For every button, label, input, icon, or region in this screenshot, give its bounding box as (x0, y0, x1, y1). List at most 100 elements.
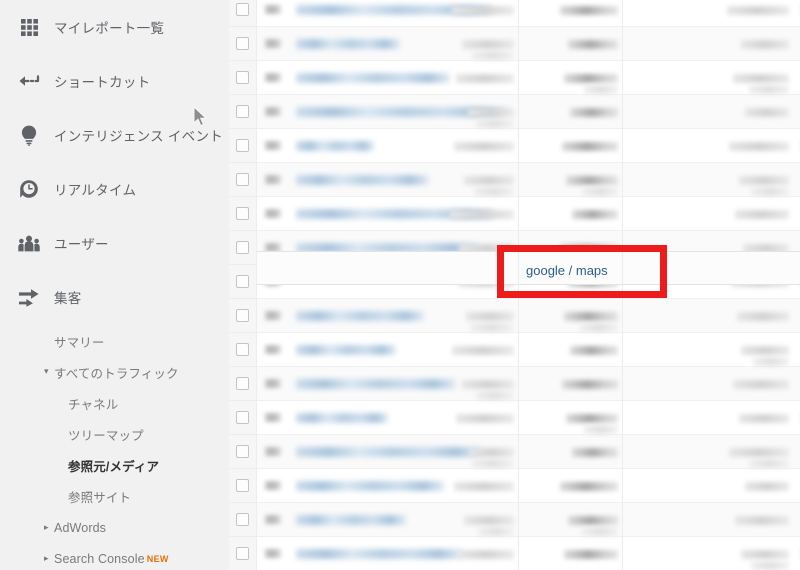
table-row[interactable] (229, 333, 800, 367)
source-medium-cell[interactable] (286, 367, 800, 401)
blurred-source-medium-link[interactable] (296, 4, 492, 15)
source-medium-cell[interactable] (286, 163, 800, 197)
row-checkbox[interactable] (236, 3, 249, 16)
sidebar-item-all-traffic[interactable]: ▾ すべてのトラフィック (0, 357, 229, 388)
table-row[interactable] (229, 503, 800, 537)
blurred-source-medium-link[interactable] (296, 480, 444, 491)
table-row[interactable] (229, 231, 800, 265)
row-checkbox-cell[interactable] (229, 95, 256, 129)
source-medium-link-google-maps[interactable]: google / maps (526, 263, 608, 278)
table-row[interactable] (229, 0, 800, 27)
source-medium-cell[interactable] (286, 129, 800, 163)
row-checkbox-cell[interactable] (229, 299, 256, 333)
blurred-source-medium-link[interactable] (296, 310, 424, 321)
sidebar-item-search-console[interactable]: ▸ Search Console NEW (0, 543, 229, 570)
source-medium-cell[interactable] (286, 197, 800, 231)
sidebar-item-realtime[interactable]: リアルタイム (0, 162, 229, 216)
row-checkbox-cell[interactable] (229, 231, 256, 265)
blurred-source-medium-link[interactable] (296, 378, 456, 389)
row-checkbox[interactable] (236, 513, 249, 526)
blurred-row-index (265, 73, 281, 82)
row-checkbox-cell[interactable] (229, 27, 256, 61)
row-checkbox[interactable] (236, 105, 249, 118)
sidebar-item-intelligence-events[interactable]: インテリジェンス イベント (0, 108, 229, 162)
row-checkbox[interactable] (236, 445, 249, 458)
table-row[interactable] (229, 163, 800, 197)
table-row[interactable] (229, 537, 800, 570)
row-checkbox-cell[interactable] (229, 401, 256, 435)
row-checkbox-cell[interactable] (229, 435, 256, 469)
row-checkbox[interactable] (236, 241, 249, 254)
row-checkbox-cell[interactable] (229, 469, 256, 503)
row-checkbox-cell[interactable] (229, 197, 256, 231)
checkbox-column-divider (256, 0, 257, 570)
table-row[interactable] (229, 95, 800, 129)
blurred-source-medium-link[interactable] (296, 72, 450, 83)
blurred-source-medium-link[interactable] (296, 140, 374, 151)
source-medium-cell[interactable] (286, 0, 800, 27)
blurred-source-medium-link[interactable] (296, 106, 506, 117)
row-checkbox[interactable] (236, 411, 249, 424)
blurred-source-medium-link[interactable] (296, 174, 429, 185)
row-checkbox-cell[interactable] (229, 265, 256, 299)
source-medium-cell[interactable] (286, 299, 800, 333)
table-row[interactable] (229, 299, 800, 333)
row-checkbox[interactable] (236, 139, 249, 152)
blurred-source-medium-link[interactable] (296, 38, 400, 49)
sidebar-item-users[interactable]: ユーザー (0, 216, 229, 270)
sidebar-item-adwords[interactable]: ▸ AdWords (0, 512, 229, 543)
table-row[interactable] (229, 469, 800, 503)
row-checkbox[interactable] (236, 377, 249, 390)
sidebar-item-shortcuts[interactable]: ショートカット (0, 54, 229, 108)
source-medium-cell[interactable] (286, 503, 800, 537)
row-checkbox[interactable] (236, 71, 249, 84)
source-medium-cell[interactable] (286, 95, 800, 129)
row-checkbox[interactable] (236, 479, 249, 492)
blurred-source-medium-link[interactable] (296, 208, 494, 219)
sidebar-item-acquisition[interactable]: 集客 (0, 270, 229, 324)
sidebar-item-channels[interactable]: チャネル (0, 388, 229, 419)
sidebar-item-referrals[interactable]: 参照サイト (0, 481, 229, 512)
table-row[interactable] (229, 367, 800, 401)
source-medium-cell[interactable] (286, 333, 800, 367)
row-checkbox[interactable] (236, 309, 249, 322)
table-row[interactable] (229, 27, 800, 61)
sidebar-item-source-medium[interactable]: 参照元/メディア (0, 450, 229, 481)
table-row[interactable] (229, 197, 800, 231)
source-medium-cell[interactable] (286, 27, 800, 61)
source-medium-cell[interactable] (286, 61, 800, 95)
row-checkbox-cell[interactable] (229, 0, 256, 27)
table-row[interactable] (229, 401, 800, 435)
table-row[interactable] (229, 61, 800, 95)
table-row[interactable] (229, 129, 800, 163)
blurred-source-medium-link[interactable] (296, 446, 482, 457)
table-row[interactable] (229, 435, 800, 469)
table-row[interactable] (229, 265, 800, 299)
row-checkbox-cell[interactable] (229, 537, 256, 570)
row-checkbox-cell[interactable] (229, 61, 256, 95)
row-checkbox[interactable] (236, 547, 249, 560)
row-checkbox-cell[interactable] (229, 367, 256, 401)
row-checkbox-cell[interactable] (229, 503, 256, 537)
row-checkbox-cell[interactable] (229, 163, 256, 197)
sidebar-item-treemap[interactable]: ツリーマップ (0, 419, 229, 450)
row-checkbox[interactable] (236, 343, 249, 356)
source-medium-cell[interactable] (286, 435, 800, 469)
source-medium-cell[interactable] (286, 231, 800, 265)
source-medium-cell[interactable] (286, 401, 800, 435)
row-checkbox[interactable] (236, 173, 249, 186)
row-checkbox[interactable] (236, 275, 249, 288)
row-checkbox[interactable] (236, 207, 249, 220)
source-medium-cell[interactable] (286, 537, 800, 570)
source-medium-cell[interactable] (286, 469, 800, 503)
blurred-source-medium-link[interactable] (296, 548, 462, 559)
blurred-source-medium-link[interactable] (296, 412, 388, 423)
sidebar-item-my-reports[interactable]: マイレポート一覧 (0, 0, 229, 54)
sidebar-item-summary[interactable]: サマリー (0, 326, 229, 357)
row-checkbox[interactable] (236, 37, 249, 50)
blurred-source-medium-link[interactable] (296, 242, 478, 253)
blurred-source-medium-link[interactable] (296, 514, 406, 525)
blurred-source-medium-link[interactable] (296, 344, 396, 355)
row-checkbox-cell[interactable] (229, 129, 256, 163)
row-checkbox-cell[interactable] (229, 333, 256, 367)
